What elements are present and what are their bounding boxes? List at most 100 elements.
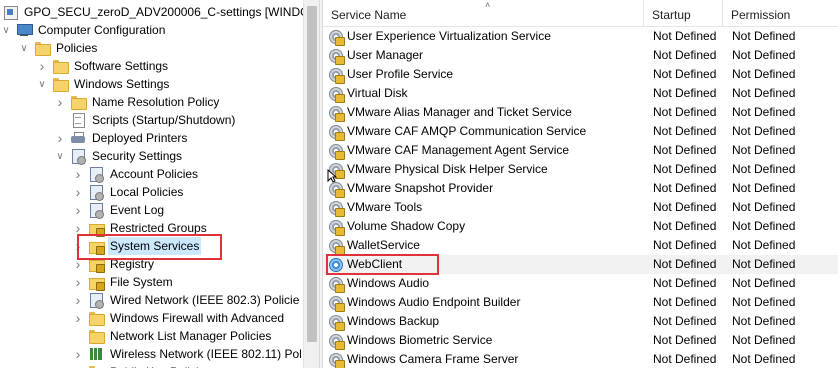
collapsed-chevron-icon[interactable]: ›	[72, 309, 84, 327]
startup-cell: Not Defined	[653, 352, 717, 366]
service-row[interactable]: VMware Tools Not Defined Not Defined	[323, 198, 838, 217]
service-row[interactable]: VMware Snapshot Provider Not Defined Not D…	[323, 179, 838, 198]
permission-cell: Not Defined	[732, 124, 796, 138]
tree-item[interactable]: › Wired Network (IEEE 802.3) Policie	[72, 291, 301, 309]
tree-item[interactable]: › Public Key Policies	[72, 363, 213, 368]
service-gear-icon	[328, 29, 345, 46]
permission-cell: Not Defined	[732, 219, 796, 233]
tree-item[interactable]: ∨ Security Settings	[54, 147, 184, 165]
tree-item[interactable]: › System Services	[72, 237, 202, 255]
expanded-chevron-icon[interactable]: ∨	[18, 39, 30, 57]
collapsed-chevron-icon[interactable]: ›	[72, 183, 84, 201]
service-row[interactable]: Windows Audio Not Defined Not Defined	[323, 274, 838, 293]
tree-item-label: Wireless Network (IEEE 802.11) Pol	[110, 347, 302, 361]
tree-item[interactable]: ∨ Policies	[18, 39, 99, 57]
collapsed-chevron-icon[interactable]: ›	[72, 363, 84, 368]
permission-cell: Not Defined	[732, 105, 796, 119]
service-row[interactable]: User Manager Not Defined Not Defined	[323, 46, 838, 65]
collapsed-chevron-icon[interactable]: ›	[72, 165, 84, 183]
service-name: Windows Audio Endpoint Builder	[347, 295, 521, 309]
tree-item[interactable]: › Name Resolution Policy	[54, 93, 221, 111]
service-name-cell: User Profile Service	[328, 65, 453, 84]
service-row[interactable]: VMware Alias Manager and Ticket Service N…	[323, 103, 838, 122]
column-header-startup[interactable]: Startup	[644, 0, 723, 27]
tree-item-label: Restricted Groups	[110, 221, 207, 235]
tree-item[interactable]: › Deployed Printers	[54, 129, 189, 147]
service-name-cell: User Manager	[328, 46, 423, 65]
tree-scrollbar[interactable]	[303, 0, 319, 368]
startup-cell: Not Defined	[653, 200, 717, 214]
service-name-cell: WebClient	[328, 255, 402, 274]
tree-item[interactable]: › Event Log	[72, 201, 166, 219]
tree-item[interactable]: › Restricted Groups	[72, 219, 209, 237]
lock-folder-icon	[88, 220, 105, 237]
startup-cell: Not Defined	[653, 48, 717, 62]
startup-cell: Not Defined	[653, 124, 717, 138]
service-row[interactable]: WalletService Not Defined Not Defined	[323, 236, 838, 255]
collapsed-chevron-icon[interactable]: ›	[72, 237, 84, 255]
service-name-cell: Volume Shadow Copy	[328, 217, 465, 236]
folder-icon	[52, 76, 69, 92]
service-row[interactable]: User Experience Virtualization Service No…	[323, 27, 838, 46]
permission-cell: Not Defined	[732, 162, 796, 176]
service-name: Windows Biometric Service	[347, 333, 493, 347]
service-name-cell: VMware CAF AMQP Communication Service	[328, 122, 586, 141]
service-row[interactable]: Windows Camera Frame Server Not Defined No…	[323, 350, 838, 368]
service-row[interactable]: Windows Biometric Service Not Defined Not …	[323, 331, 838, 350]
folder-icon	[70, 94, 87, 110]
expanded-chevron-icon[interactable]: ∨	[54, 147, 66, 165]
expanded-chevron-icon[interactable]: ∨	[36, 75, 48, 93]
service-row[interactable]: User Profile Service Not Defined Not Defin…	[323, 65, 838, 84]
services-list-pane: Service Name ˄ Startup Permission User E…	[323, 0, 838, 368]
tree-item[interactable]: ∨ Computer Configuration	[0, 21, 167, 39]
service-row[interactable]: Windows Backup Not Defined Not Defined	[323, 312, 838, 331]
service-gear-icon	[328, 257, 344, 273]
tree-item[interactable]: GPO_SECU_zeroD_ADV200006_C-settings [WIN…	[2, 3, 319, 21]
tree-item[interactable]: › File System	[72, 273, 175, 291]
collapsed-chevron-icon[interactable]: ›	[72, 201, 84, 219]
collapsed-chevron-icon[interactable]: ›	[54, 93, 66, 111]
tree-item-label: Registry	[110, 257, 155, 271]
permission-cell: Not Defined	[732, 333, 796, 347]
policy-icon	[88, 202, 104, 219]
service-name: VMware Alias Manager and Ticket Service	[347, 105, 572, 119]
tree-item[interactable]: Scripts (Startup/Shutdown)	[54, 111, 237, 129]
collapsed-chevron-icon[interactable]: ›	[54, 129, 66, 147]
service-row[interactable]: Virtual Disk Not Defined Not Defined	[323, 84, 838, 103]
service-row[interactable]: Volume Shadow Copy Not Defined Not Defined	[323, 217, 838, 236]
service-row[interactable]: VMware CAF Management Agent Service Not D…	[323, 141, 838, 160]
collapsed-chevron-icon[interactable]: ›	[72, 273, 84, 291]
gpo-icon	[2, 4, 18, 20]
tree-item[interactable]: › Software Settings	[36, 57, 170, 75]
tree-item-label: Local Policies	[110, 185, 184, 199]
expanded-chevron-icon[interactable]: ∨	[0, 21, 12, 39]
service-gear-icon	[328, 352, 345, 368]
tree-item[interactable]: Network List Manager Policies	[72, 327, 273, 345]
collapsed-chevron-icon[interactable]: ›	[36, 57, 48, 75]
permission-cell: Not Defined	[732, 200, 796, 214]
column-header-service-name[interactable]: Service Name	[323, 0, 644, 27]
collapsed-chevron-icon[interactable]: ›	[72, 291, 84, 309]
collapsed-chevron-icon[interactable]: ›	[72, 345, 84, 363]
collapsed-chevron-icon[interactable]: ›	[72, 255, 84, 273]
startup-cell: Not Defined	[653, 105, 717, 119]
service-name-cell: Windows Audio Endpoint Builder	[328, 293, 520, 312]
column-header-permission[interactable]: Permission	[723, 0, 838, 27]
service-name: Virtual Disk	[347, 86, 408, 100]
service-name: WebClient	[347, 257, 403, 271]
tree-item[interactable]: › Wireless Network (IEEE 802.11) Pol	[72, 345, 304, 363]
service-name-cell: VMware Alias Manager and Ticket Service	[328, 103, 572, 122]
tree-item[interactable]: › Windows Firewall with Advanced	[72, 309, 286, 327]
permission-cell: Not Defined	[732, 352, 796, 366]
tree-item[interactable]: › Registry	[72, 255, 156, 273]
service-row[interactable]: VMware Physical Disk Helper Service Not D…	[323, 160, 838, 179]
service-row[interactable]: Windows Audio Endpoint Builder Not Define…	[323, 293, 838, 312]
service-row[interactable]: VMware CAF AMQP Communication Service Not…	[323, 122, 838, 141]
tree-scroll-thumb[interactable]	[307, 6, 317, 342]
tree-item[interactable]: › Local Policies	[72, 183, 185, 201]
tree-item[interactable]: ∨ Windows Settings	[36, 75, 171, 93]
service-row[interactable]: WebClient Not Defined Not Defined	[323, 255, 838, 274]
tree-item[interactable]: › Account Policies	[72, 165, 200, 183]
collapsed-chevron-icon[interactable]: ›	[72, 219, 84, 237]
